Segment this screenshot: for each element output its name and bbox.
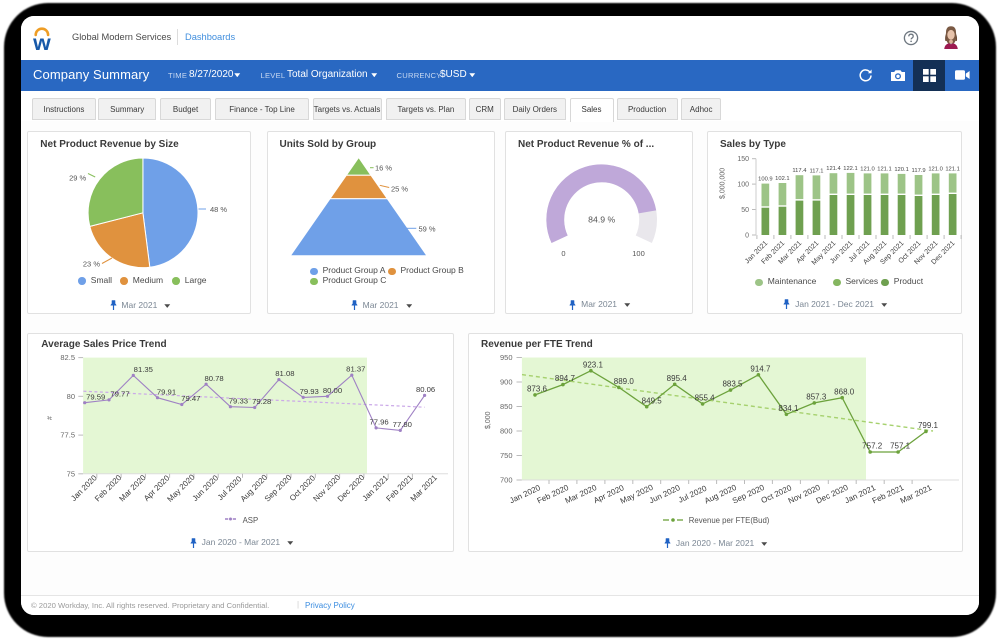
svg-text:873.6: 873.6 bbox=[527, 385, 548, 394]
svg-text:16 %: 16 % bbox=[375, 164, 392, 173]
svg-text:77.96: 77.96 bbox=[370, 418, 389, 427]
svg-text:81.37: 81.37 bbox=[346, 365, 365, 374]
svg-text:81.35: 81.35 bbox=[134, 365, 153, 374]
svg-text:Mar 2021: Mar 2021 bbox=[409, 473, 440, 504]
svg-text:121.1: 121.1 bbox=[945, 166, 960, 172]
svg-text:950: 950 bbox=[500, 353, 513, 362]
svg-text:81.08: 81.08 bbox=[276, 369, 295, 378]
svg-text:889.0: 889.0 bbox=[614, 377, 635, 386]
svg-text:923.1: 923.1 bbox=[583, 360, 604, 369]
svg-text:849.5: 849.5 bbox=[642, 396, 663, 405]
svg-text:$,000: $,000 bbox=[485, 411, 492, 429]
svg-text:700: 700 bbox=[500, 476, 513, 485]
svg-text:23 %: 23 % bbox=[83, 260, 100, 269]
svg-text:150: 150 bbox=[737, 156, 749, 163]
svg-text:100: 100 bbox=[737, 182, 749, 189]
svg-text:800: 800 bbox=[500, 427, 513, 436]
svg-text:117.1: 117.1 bbox=[809, 168, 823, 174]
svg-text:757.2: 757.2 bbox=[862, 442, 883, 451]
svg-text:84.9 %: 84.9 % bbox=[588, 215, 615, 225]
svg-text:59 %: 59 % bbox=[418, 225, 435, 234]
svg-text:121.4: 121.4 bbox=[826, 166, 841, 172]
svg-text:Jun 2020: Jun 2020 bbox=[648, 483, 682, 505]
svg-text:48 %: 48 % bbox=[210, 205, 227, 214]
svg-text:121.0: 121.0 bbox=[928, 166, 943, 172]
svg-text:80.78: 80.78 bbox=[205, 374, 224, 383]
svg-text:900: 900 bbox=[500, 378, 513, 387]
svg-text:50: 50 bbox=[741, 207, 749, 214]
svg-text:850: 850 bbox=[500, 402, 513, 411]
svg-text:79.33: 79.33 bbox=[229, 396, 248, 405]
svg-text:120.1: 120.1 bbox=[894, 167, 909, 173]
svg-text:0: 0 bbox=[561, 249, 565, 258]
svg-text:121.0: 121.0 bbox=[860, 166, 875, 172]
svg-text:121.1: 121.1 bbox=[877, 166, 892, 172]
svg-text:883.5: 883.5 bbox=[722, 380, 743, 389]
svg-text:Mar 2020: Mar 2020 bbox=[564, 483, 599, 506]
svg-text:102.1: 102.1 bbox=[775, 176, 790, 182]
svg-text:855.4: 855.4 bbox=[695, 394, 716, 403]
svg-text:#: # bbox=[47, 416, 54, 420]
svg-text:Mar 2021: Mar 2021 bbox=[899, 483, 934, 506]
svg-text:799.1: 799.1 bbox=[918, 421, 939, 430]
svg-text:$,000,000: $,000,000 bbox=[720, 168, 727, 199]
svg-text:857.3: 857.3 bbox=[806, 393, 827, 402]
svg-text:834.1: 834.1 bbox=[778, 404, 799, 413]
svg-text:895.4: 895.4 bbox=[667, 374, 688, 383]
svg-text:25 %: 25 % bbox=[391, 185, 408, 194]
svg-text:82.5: 82.5 bbox=[61, 353, 76, 362]
svg-text:29 %: 29 % bbox=[69, 174, 86, 183]
svg-text:117.9: 117.9 bbox=[912, 168, 926, 174]
svg-text:117.4: 117.4 bbox=[792, 168, 807, 174]
svg-text:80: 80 bbox=[67, 392, 75, 401]
svg-text:122.1: 122.1 bbox=[843, 166, 858, 172]
svg-text:79.77: 79.77 bbox=[111, 390, 130, 399]
svg-text:750: 750 bbox=[500, 451, 513, 460]
svg-text:894.7: 894.7 bbox=[555, 374, 576, 383]
svg-text:100.9: 100.9 bbox=[758, 177, 773, 183]
svg-text:100: 100 bbox=[632, 249, 645, 258]
svg-text:79.28: 79.28 bbox=[252, 397, 271, 406]
svg-text:75: 75 bbox=[67, 469, 75, 478]
svg-text:80.06: 80.06 bbox=[416, 385, 435, 394]
svg-text:79.59: 79.59 bbox=[86, 392, 105, 401]
svg-text:79.91: 79.91 bbox=[157, 387, 176, 396]
svg-text:77.5: 77.5 bbox=[61, 431, 76, 440]
svg-text:Sep 2020: Sep 2020 bbox=[731, 483, 766, 506]
svg-text:79.47: 79.47 bbox=[181, 394, 200, 403]
svg-text:914.7: 914.7 bbox=[750, 364, 771, 373]
svg-text:868.0: 868.0 bbox=[834, 387, 855, 396]
svg-text:77.80: 77.80 bbox=[393, 420, 412, 429]
svg-text:79.93: 79.93 bbox=[300, 387, 319, 396]
svg-text:80.00: 80.00 bbox=[323, 386, 342, 395]
svg-text:757.1: 757.1 bbox=[890, 442, 911, 451]
svg-text:w: w bbox=[33, 30, 51, 50]
svg-text:0: 0 bbox=[745, 233, 749, 240]
